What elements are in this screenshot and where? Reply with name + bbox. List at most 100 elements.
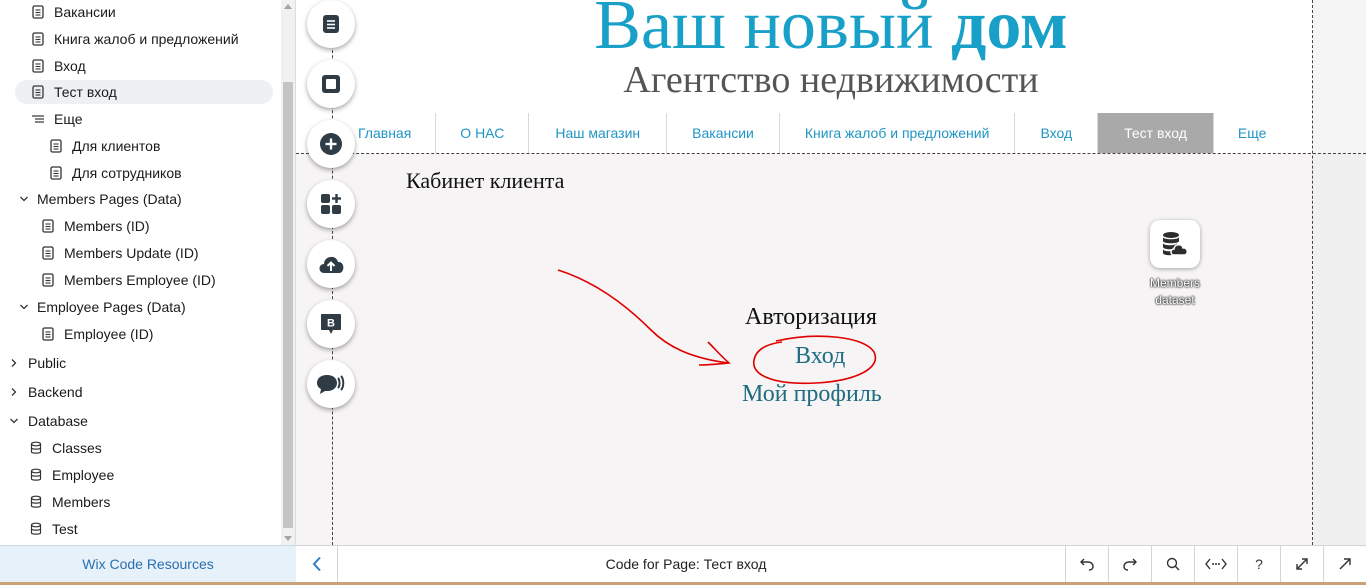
sidebar-item-vacancies[interactable]: Вакансии xyxy=(30,0,116,24)
svg-text:B: B xyxy=(327,318,335,330)
menu-item-about[interactable]: О НАС xyxy=(436,113,530,153)
open-external-icon xyxy=(1339,558,1351,570)
chevron-down-icon[interactable] xyxy=(18,301,30,313)
chevron-right-icon[interactable] xyxy=(8,386,20,398)
redo-icon xyxy=(1123,558,1137,571)
sidebar-item-db-test[interactable]: Test xyxy=(28,517,78,541)
menu-lines-icon xyxy=(30,111,46,127)
menu-item-complaints[interactable]: Книга жалоб и предложений xyxy=(780,113,1016,153)
chevron-left-icon xyxy=(312,556,321,572)
chevron-down-icon[interactable] xyxy=(18,193,30,205)
sidebar-item-for-clients[interactable]: Для клиентов xyxy=(48,134,160,158)
page-icon xyxy=(40,326,56,342)
help-icon: ? xyxy=(1255,556,1263,572)
sidebar-item-db-classes[interactable]: Classes xyxy=(28,436,102,460)
scrollbar-thumb[interactable] xyxy=(283,82,293,528)
sidebar-item-label: Members (ID) xyxy=(64,218,150,234)
sidebar-scrollbar[interactable] xyxy=(281,0,295,545)
site-header: Ваш новый дом Агентство недвижимости Гла… xyxy=(296,0,1366,153)
sidebar-item-members-employee[interactable]: Members Employee (ID) xyxy=(40,268,216,292)
sidebar-item-for-employees[interactable]: Для сотрудников xyxy=(48,161,182,185)
code-icon xyxy=(1205,558,1227,570)
site-title[interactable]: Ваш новый дом xyxy=(296,0,1366,66)
resources-label: Wix Code Resources xyxy=(82,556,214,572)
profile-link[interactable]: Мой профиль xyxy=(742,381,882,408)
page-icon xyxy=(30,58,46,74)
sidebar-item-complaints-book[interactable]: Книга жалоб и предложений xyxy=(30,27,239,51)
sidebar-item-label: Вход xyxy=(54,58,86,74)
undo-icon xyxy=(1080,558,1094,571)
upload-tool-button[interactable] xyxy=(307,240,355,288)
sidebar-item-members-update[interactable]: Members Update (ID) xyxy=(40,241,199,265)
site-title-bold: дом xyxy=(950,0,1068,64)
code-panel-bar: Code for Page: Тест вход ? xyxy=(296,545,1366,582)
sidebar-section-label: Backend xyxy=(28,384,83,400)
blog-tool-button[interactable]: B xyxy=(307,300,355,348)
editor-canvas[interactable]: Ваш новый дом Агентство недвижимости Гла… xyxy=(296,0,1366,545)
add-apps-icon xyxy=(321,194,341,214)
sidebar-item-members-id[interactable]: Members (ID) xyxy=(40,214,150,238)
menu-item-vacancies[interactable]: Вакансии xyxy=(667,113,780,153)
sidebar-section-label: Public xyxy=(28,355,67,371)
expand-icon xyxy=(1296,558,1308,570)
open-external-button[interactable] xyxy=(1323,546,1366,582)
page-icon xyxy=(40,218,56,234)
pages-tool-button[interactable] xyxy=(307,0,355,48)
scroll-up-arrow-icon[interactable] xyxy=(284,4,292,9)
sidebar-item-employee-id[interactable]: Employee (ID) xyxy=(40,322,153,346)
code-properties-button[interactable] xyxy=(1194,546,1237,582)
menu-item-more[interactable]: Еще xyxy=(1214,113,1291,153)
sidebar-group-employee-pages[interactable]: Employee Pages (Data) xyxy=(18,295,186,319)
search-button[interactable] xyxy=(1151,546,1194,582)
help-button[interactable]: ? xyxy=(1237,546,1280,582)
chat-tool-button[interactable] xyxy=(307,360,355,408)
database-icon xyxy=(28,494,44,510)
sidebar-item-label: Test xyxy=(52,521,78,537)
sidebar-item-label: Еще xyxy=(54,111,83,127)
expand-panel-button[interactable] xyxy=(1280,546,1323,582)
add-apps-tool-button[interactable] xyxy=(307,180,355,228)
page-icon xyxy=(48,138,64,154)
menu-item-login[interactable]: Вход xyxy=(1015,113,1099,153)
auth-heading[interactable]: Авторизация xyxy=(745,304,877,331)
sidebar-item-label: Members Employee (ID) xyxy=(64,272,216,288)
sidebar-item-label: Employee xyxy=(52,467,115,483)
scroll-down-arrow-icon[interactable] xyxy=(284,536,292,541)
collapse-panel-button[interactable] xyxy=(296,546,338,582)
canvas-right-gutter xyxy=(1313,0,1366,545)
sidebar-item-label: Вакансии xyxy=(54,4,116,20)
chevron-right-icon[interactable] xyxy=(8,357,20,369)
chevron-down-icon[interactable] xyxy=(8,415,20,427)
database-icon xyxy=(28,521,44,537)
site-title-regular: Ваш новый xyxy=(594,0,951,64)
sidebar-item-login[interactable]: Вход xyxy=(30,54,86,78)
sidebar-item-db-employee[interactable]: Employee xyxy=(28,463,114,487)
sidebar-group-label: Members Pages (Data) xyxy=(37,191,182,207)
redo-button[interactable] xyxy=(1108,546,1151,582)
undo-button[interactable] xyxy=(1065,546,1108,582)
menu-item-shop[interactable]: Наш магазин xyxy=(529,113,668,153)
sidebar: Вакансии Книга жалоб и предложений Вход … xyxy=(0,0,296,545)
sidebar-item-label: Members Update (ID) xyxy=(64,245,199,261)
pages-icon xyxy=(323,15,339,33)
menu-item-test-login[interactable]: Тест вход xyxy=(1098,113,1214,153)
sidebar-group-members-pages[interactable]: Members Pages (Data) xyxy=(18,187,182,211)
members-dataset-button[interactable] xyxy=(1150,220,1200,268)
sidebar-section-public[interactable]: Public xyxy=(8,351,66,375)
site-subtitle[interactable]: Агентство недвижимости xyxy=(296,58,1366,102)
wix-code-resources-button[interactable]: Wix Code Resources xyxy=(0,545,296,582)
add-tool-button[interactable] xyxy=(307,120,355,168)
background-icon xyxy=(322,75,340,93)
page-icon xyxy=(30,84,46,100)
sidebar-item-db-members[interactable]: Members xyxy=(28,490,110,514)
sidebar-section-database[interactable]: Database xyxy=(8,409,88,433)
background-tool-button[interactable] xyxy=(307,60,355,108)
sidebar-section-backend[interactable]: Backend xyxy=(8,380,82,404)
login-link[interactable]: Вход xyxy=(795,343,845,370)
page-icon xyxy=(40,272,56,288)
add-icon xyxy=(320,133,342,155)
sidebar-item-test-login[interactable]: Тест вход xyxy=(15,80,273,104)
header-boundary-line xyxy=(296,153,1366,154)
cabinet-heading[interactable]: Кабинет клиента xyxy=(406,168,564,194)
sidebar-item-more[interactable]: Еще xyxy=(30,107,83,131)
